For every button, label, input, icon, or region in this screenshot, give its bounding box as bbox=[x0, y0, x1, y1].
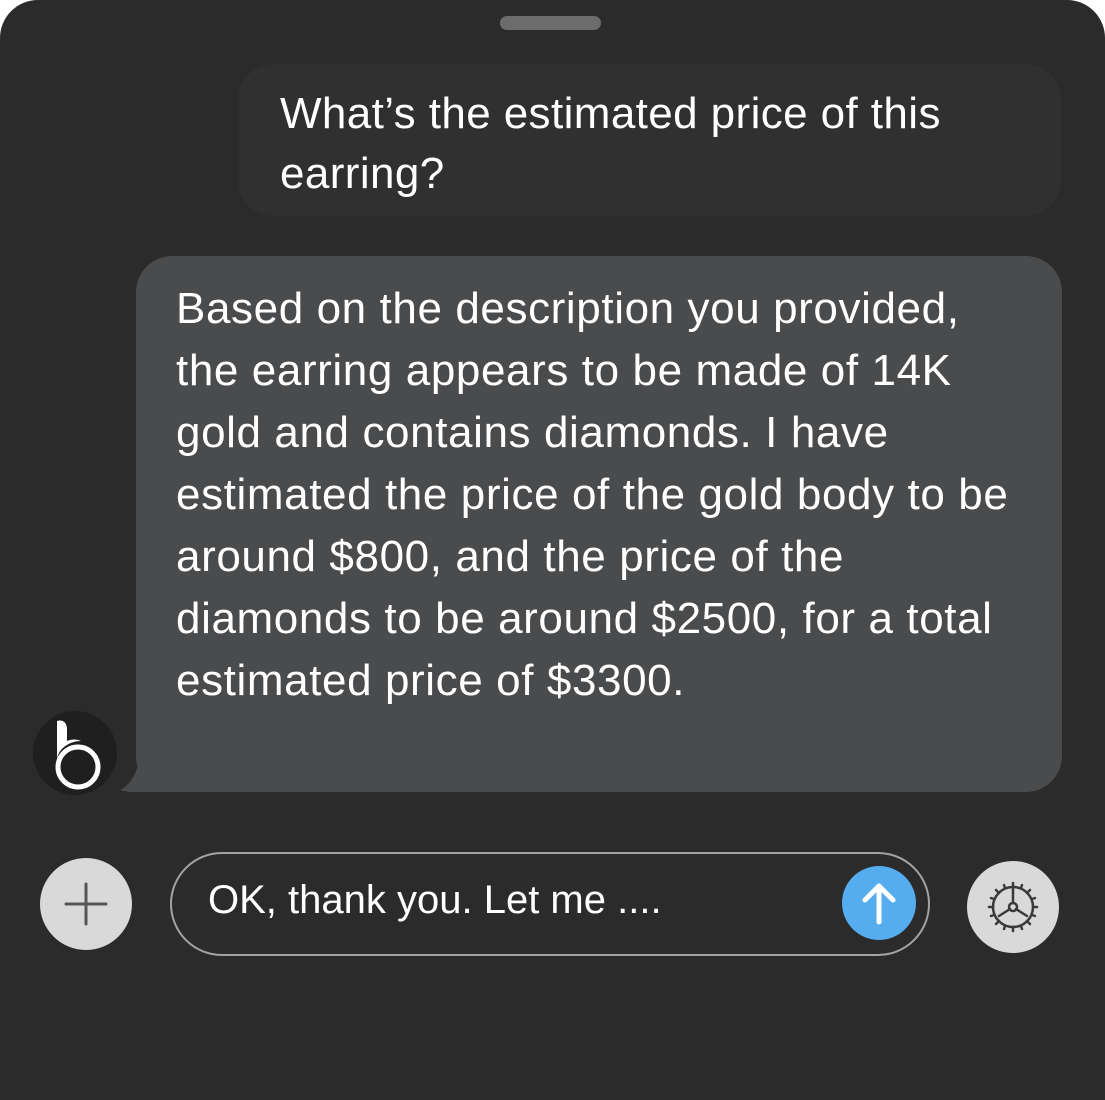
message-composer bbox=[170, 852, 930, 956]
assistant-avatar bbox=[33, 711, 117, 795]
assistant-message-text: Based on the description you provided, t… bbox=[176, 284, 1009, 705]
add-attachment-button[interactable] bbox=[40, 858, 132, 950]
arrow-up-icon bbox=[862, 883, 896, 925]
sheet-grabber[interactable] bbox=[500, 16, 601, 30]
gear-icon bbox=[987, 881, 1039, 933]
message-input[interactable] bbox=[208, 872, 828, 928]
plus-icon bbox=[64, 882, 108, 926]
send-button[interactable] bbox=[842, 866, 916, 940]
settings-button[interactable] bbox=[967, 861, 1059, 953]
user-message-text: What’s the estimated price of this earri… bbox=[280, 89, 941, 198]
chat-screen: What’s the estimated price of this earri… bbox=[0, 0, 1105, 1100]
assistant-logo-icon bbox=[33, 711, 117, 795]
assistant-message-bubble: Based on the description you provided, t… bbox=[136, 256, 1062, 792]
user-message-bubble: What’s the estimated price of this earri… bbox=[238, 64, 1061, 216]
